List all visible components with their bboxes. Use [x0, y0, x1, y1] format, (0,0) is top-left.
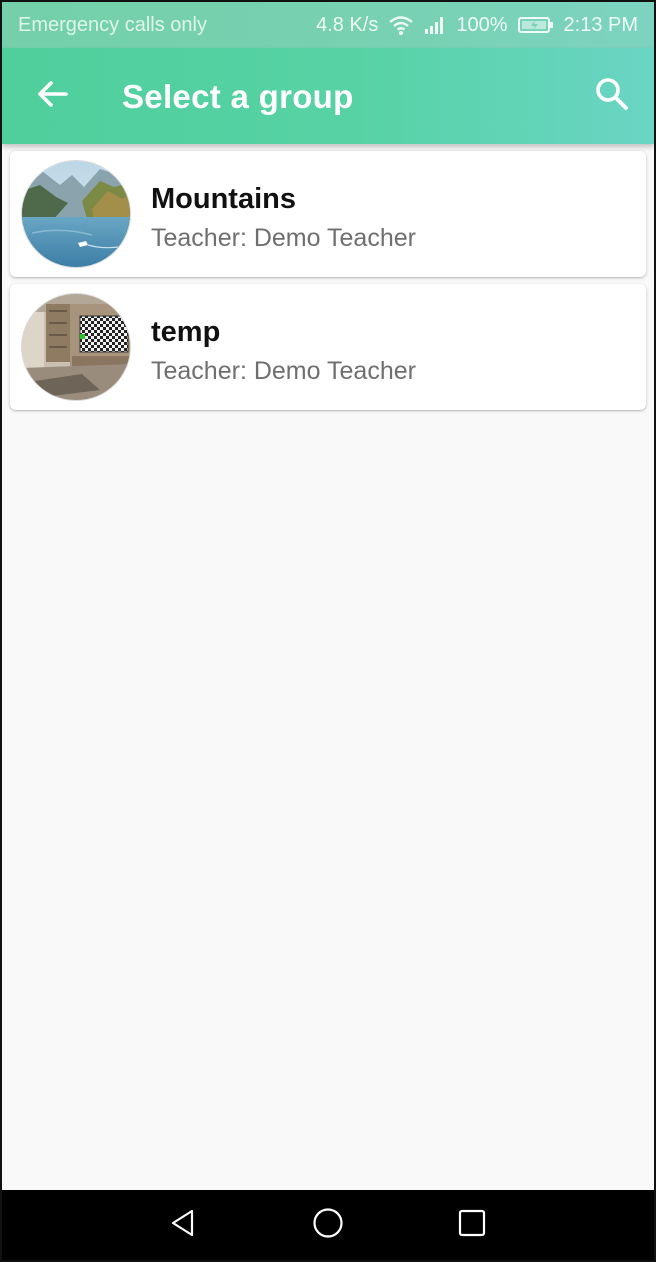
- mountain-lake-avatar: [22, 161, 130, 267]
- group-teacher: Teacher: Demo Teacher: [151, 357, 416, 385]
- network-speed: 4.8 K/s: [316, 13, 379, 36]
- battery-icon: [517, 16, 554, 34]
- room-interior-avatar: [22, 294, 130, 400]
- search-icon: [594, 76, 630, 117]
- clock: 2:13 PM: [563, 13, 638, 36]
- circle-home-icon: [312, 1207, 344, 1244]
- page-title: Select a group: [122, 78, 354, 115]
- group-item-temp[interactable]: temp Teacher: Demo Teacher: [10, 284, 646, 410]
- nav-home-button[interactable]: [306, 1203, 350, 1247]
- carrier-text: Emergency calls only: [18, 13, 207, 36]
- nav-back-button[interactable]: [161, 1203, 205, 1247]
- status-bar: Emergency calls only 4.8 K/s 100% 2:13 P…: [2, 2, 654, 48]
- wifi-icon: [388, 14, 414, 36]
- app-bar: Select a group: [2, 48, 654, 144]
- phone-screen: Emergency calls only 4.8 K/s 100% 2:13 P…: [0, 0, 656, 1262]
- square-recents-icon: [457, 1208, 487, 1243]
- search-button[interactable]: [584, 68, 640, 124]
- signal-icon: [424, 15, 446, 35]
- group-teacher: Teacher: Demo Teacher: [151, 224, 416, 252]
- battery-percent: 100%: [456, 13, 508, 36]
- group-item-mountains[interactable]: Mountains Teacher: Demo Teacher: [10, 151, 646, 277]
- navigation-bar: [2, 1190, 654, 1260]
- group-name: Mountains: [151, 183, 296, 215]
- group-name: temp: [151, 316, 221, 348]
- group-list: Mountains Teacher: Demo Teacher temp Tea…: [10, 151, 646, 417]
- nav-recents-button[interactable]: [450, 1203, 494, 1247]
- back-button[interactable]: [24, 70, 80, 122]
- triangle-back-icon: [168, 1208, 198, 1243]
- status-indicators: 4.8 K/s 100% 2:13 PM: [316, 14, 638, 37]
- arrow-back-icon: [35, 79, 69, 114]
